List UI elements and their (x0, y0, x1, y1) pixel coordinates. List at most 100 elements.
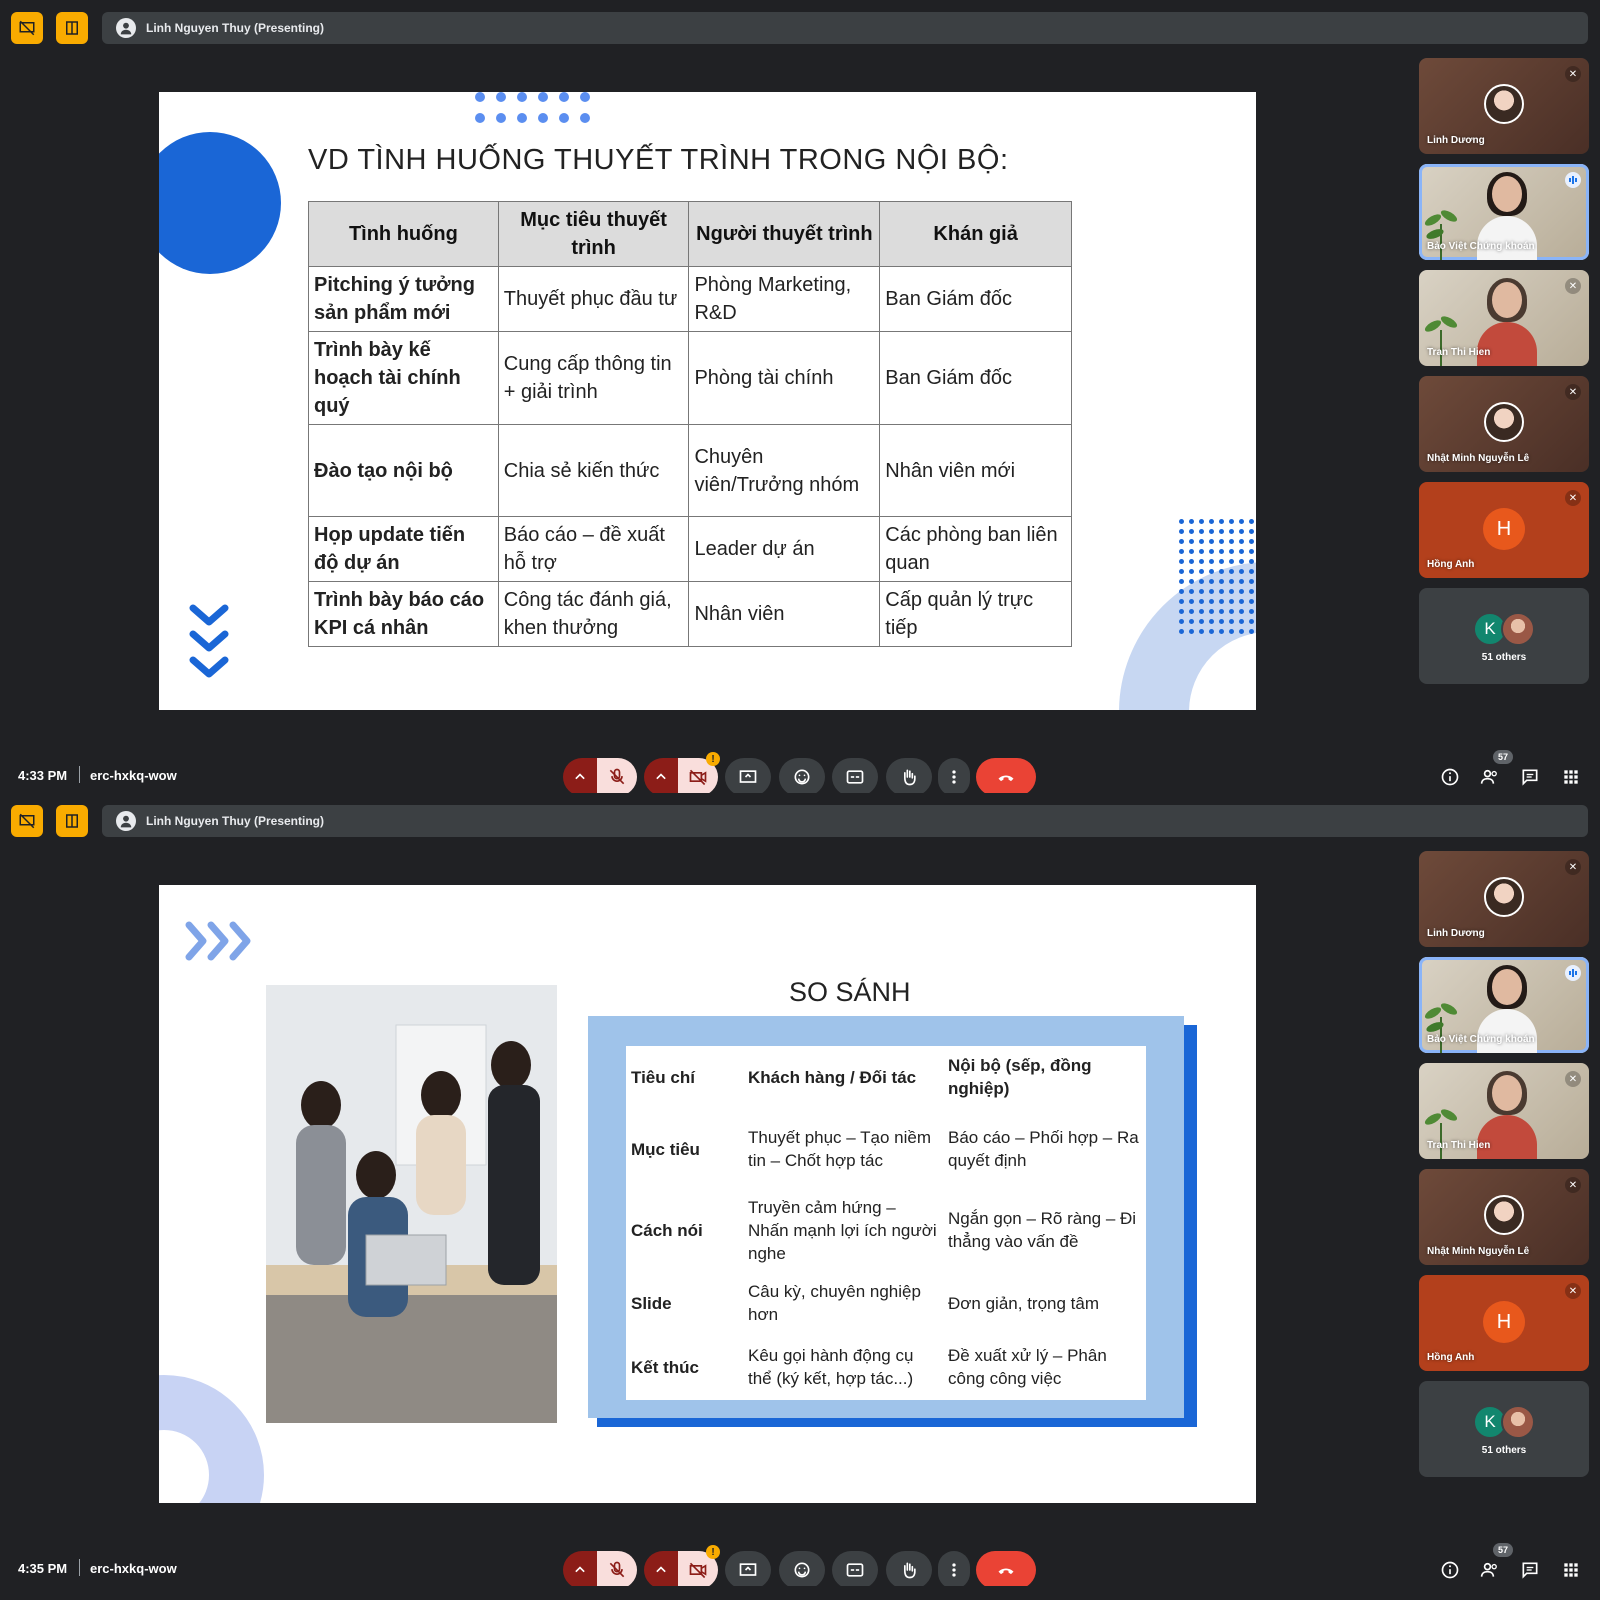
participant-tile[interactable]: ✕ Linh Dương (1419, 851, 1589, 947)
captions-off-button[interactable] (11, 805, 43, 837)
people-button[interactable] (1479, 766, 1501, 788)
captions-off-button[interactable] (11, 12, 43, 44)
pin-layout-icon (66, 814, 78, 828)
others-tile[interactable]: K 51 others (1419, 1381, 1589, 1477)
chat-button[interactable] (1519, 1559, 1541, 1581)
table-header: Khách hàng / Đối tác (748, 1067, 917, 1087)
activities-button[interactable] (1560, 766, 1582, 788)
captions-button[interactable] (832, 758, 878, 793)
table-header: Mục tiêu thuyết trình (497, 201, 690, 267)
participant-tile[interactable]: ✕ Tran Thi Hien (1419, 270, 1589, 366)
more-options-button[interactable] (938, 1551, 970, 1586)
participant-count-badge: 57 (1493, 1543, 1514, 1557)
participant-name: Nhật Minh Nguyễn Lê (1427, 1246, 1530, 1257)
raise-hand-button[interactable] (886, 758, 932, 793)
captions-button[interactable] (832, 1551, 878, 1586)
audio-options-button[interactable] (563, 1551, 597, 1586)
layout-button[interactable] (56, 12, 88, 44)
others-count: 51 others (1481, 652, 1527, 663)
decor-dots-right (1179, 519, 1254, 634)
end-call-button[interactable] (976, 1551, 1036, 1586)
presenter-avatar (116, 811, 136, 831)
audio-options-button[interactable] (563, 758, 597, 793)
meeting-code[interactable]: erc-hxkq-wow (90, 768, 177, 783)
chevron-up-icon (656, 1566, 666, 1573)
table-row: Kết thúc Kêu gọi hành động cụ thể (ký kế… (626, 1336, 1146, 1398)
presenter-name: Linh Nguyen Thuy (Presenting) (146, 814, 325, 828)
shared-slide-1: VD TÌNH HUỐNG THUYẾT TRÌNH TRONG NỘI BỘ:… (159, 92, 1256, 710)
table-header: Tình huống (308, 201, 499, 267)
layout-button[interactable] (56, 805, 88, 837)
emoji-icon (794, 769, 810, 785)
captions-icon (846, 1563, 864, 1577)
table-cell: Ban Giám đốc (879, 331, 1072, 425)
present-icon (739, 770, 757, 783)
shared-slide-2: SO SÁNH Tiêu chí Khách hàng / Đối tác Nộ… (159, 885, 1256, 1503)
mic-off-icon: ✕ (1565, 1177, 1581, 1193)
more-options-button[interactable] (938, 758, 970, 793)
meeting-code[interactable]: erc-hxkq-wow (90, 1561, 177, 1576)
chevrons-right-icon (185, 921, 251, 961)
end-call-button[interactable] (976, 758, 1036, 793)
meeting-info-button[interactable] (1439, 766, 1461, 788)
participant-name: Linh Dương (1427, 928, 1485, 939)
participant-name: Hồng Anh (1427, 1352, 1475, 1363)
person-icon (120, 815, 132, 828)
activities-button[interactable] (1560, 1559, 1582, 1581)
participant-tile[interactable]: ✕ Nhật Minh Nguyễn Lê (1419, 1169, 1589, 1265)
mic-off-icon: ✕ (1565, 490, 1581, 506)
alert-badge: ! (706, 752, 720, 766)
presenter-bar[interactable]: Linh Nguyen Thuy (Presenting) (102, 12, 1588, 44)
table-cell: Leader dự án (688, 516, 881, 582)
table-header-row: Tiêu chí Khách hàng / Đối tác Nội bộ (sế… (626, 1046, 1146, 1108)
presenter-avatar (116, 18, 136, 38)
table-cell: Nhân viên (688, 581, 881, 647)
participant-tile[interactable]: ✕ Nhật Minh Nguyễn Lê (1419, 376, 1589, 472)
present-button[interactable] (725, 758, 771, 793)
mic-off-icon: ✕ (1565, 859, 1581, 875)
video-options-button[interactable] (644, 758, 678, 793)
reactions-button[interactable] (779, 1551, 825, 1586)
participant-tile[interactable]: ✕ Tran Thi Hien (1419, 1063, 1589, 1159)
present-button[interactable] (725, 1551, 771, 1586)
mic-toggle-button[interactable] (597, 758, 637, 793)
others-tile[interactable]: K 51 others (1419, 588, 1589, 684)
participant-tile[interactable]: Bảo Việt Chứng khoán (1419, 164, 1589, 260)
presenter-bar[interactable]: Linh Nguyen Thuy (Presenting) (102, 805, 1588, 837)
table-cell: Kêu gọi hành động cụ thể (ký kết, hợp tá… (748, 1346, 914, 1388)
chevrons-down-icon (189, 604, 229, 678)
participant-tile[interactable]: H ✕ Hồng Anh (1419, 1275, 1589, 1371)
chat-button[interactable] (1519, 766, 1541, 788)
reactions-button[interactable] (779, 758, 825, 793)
table-cell: Báo cáo – đề xuất hỗ trợ (497, 516, 690, 582)
table-cell: Câu kỳ, chuyên nghiệp hơn (748, 1282, 921, 1324)
avatar (1484, 877, 1524, 917)
video-options-button[interactable] (644, 1551, 678, 1586)
table-cell: Thuyết phục – Tạo niềm tin – Chốt hợp tá… (748, 1128, 932, 1170)
phone-hangup-icon (998, 775, 1014, 782)
mic-off-icon: ✕ (1565, 278, 1581, 294)
table-row: Mục tiêu Thuyết phục – Tạo niềm tin – Ch… (626, 1108, 1146, 1190)
table-header-row: Tình huống Mục tiêu thuyết trình Người t… (308, 201, 1072, 267)
clock: 4:35 PM (18, 1561, 68, 1576)
table-cell: Ngắn gọn – Rõ ràng – Đi thẳng vào vấn đề (948, 1209, 1137, 1251)
raise-hand-button[interactable] (886, 1551, 932, 1586)
participant-tile[interactable]: H ✕ Hồng Anh (1419, 482, 1589, 578)
meet-screen-1: Linh Nguyen Thuy (Presenting) VD TÌNH HU… (0, 0, 1600, 793)
participant-tile[interactable]: Bảo Việt Chứng khoán (1419, 957, 1589, 1053)
table-cell: Kết thúc (631, 1357, 699, 1377)
table-cell: Cấp quản lý trực tiếp (879, 581, 1072, 647)
presentation-off-icon (19, 813, 35, 829)
avatar (1484, 84, 1524, 124)
people-button[interactable] (1479, 1559, 1501, 1581)
pin-layout-icon (66, 21, 78, 35)
meeting-info-button[interactable] (1439, 1559, 1461, 1581)
participant-name: Tran Thi Hien (1427, 347, 1491, 358)
apps-grid-icon (1564, 770, 1578, 784)
comparison-table-panel: Tiêu chí Khách hàng / Đối tác Nội bộ (sế… (626, 1046, 1146, 1400)
mic-toggle-button[interactable] (597, 1551, 637, 1586)
participant-tile[interactable]: ✕ Linh Dương (1419, 58, 1589, 154)
table-cell: Họp update tiến độ dự án (308, 516, 499, 582)
clock: 4:33 PM (18, 768, 68, 783)
table-row: Slide Câu kỳ, chuyên nghiệp hơn Đơn giản… (626, 1270, 1146, 1336)
